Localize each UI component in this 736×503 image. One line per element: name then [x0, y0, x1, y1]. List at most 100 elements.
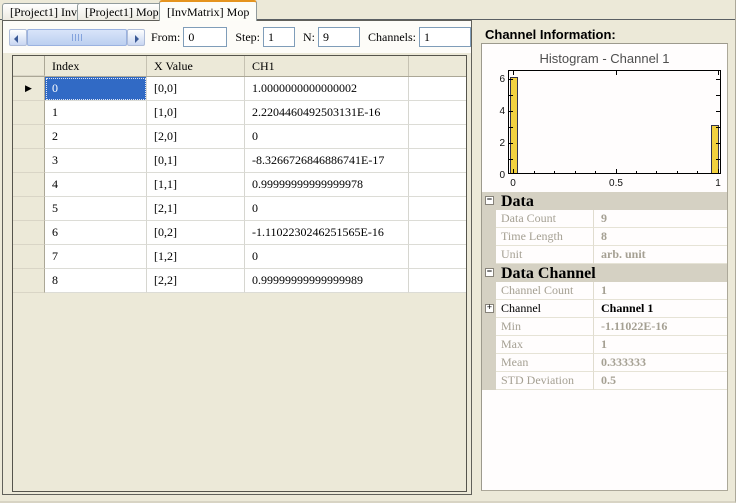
- row-selector-cell[interactable]: [13, 269, 45, 293]
- y-tick: [716, 127, 720, 128]
- cell-index[interactable]: 7: [45, 245, 147, 269]
- table-row[interactable]: 8[2,2]0.99999999999999989: [13, 269, 466, 293]
- cell-index[interactable]: 2: [45, 125, 147, 149]
- row-selector-cell[interactable]: [13, 221, 45, 245]
- property-row[interactable]: Channel Count1: [482, 282, 727, 300]
- cell-x-value[interactable]: [0,0]: [147, 77, 245, 101]
- collapse-icon[interactable]: −: [485, 196, 494, 205]
- row-selector-cell[interactable]: [13, 245, 45, 269]
- row-selector-cell[interactable]: [13, 101, 45, 125]
- y-tick: [716, 79, 720, 80]
- x-minor-tick: [575, 171, 576, 173]
- property-category[interactable]: −Data Channel: [482, 264, 727, 282]
- tab-invmatrix-mop[interactable]: [InvMatrix] Mop: [159, 0, 257, 21]
- row-selector-cell[interactable]: [13, 197, 45, 221]
- x-axis-label: 1: [715, 178, 721, 189]
- row-selector-cell[interactable]: [13, 149, 45, 173]
- record-scrollbar[interactable]: [9, 29, 145, 46]
- row-selector-cell[interactable]: [13, 125, 45, 149]
- property-value: 1: [593, 282, 727, 300]
- cell-ch1[interactable]: 0: [245, 245, 409, 269]
- cell-x-value[interactable]: [0,2]: [147, 221, 245, 245]
- scroll-left-button[interactable]: [9, 29, 27, 46]
- cell-ch1[interactable]: 2.2204460492503131E-16: [245, 101, 409, 125]
- y-tick: [509, 111, 513, 112]
- cell-filler: [409, 125, 466, 149]
- cell-x-value[interactable]: [0,1]: [147, 149, 245, 173]
- cell-filler: [409, 173, 466, 197]
- column-header-ch1[interactable]: CH1: [245, 56, 409, 76]
- cell-ch1[interactable]: 0: [245, 125, 409, 149]
- property-row[interactable]: STD Deviation0.5: [482, 372, 727, 390]
- y-tick: [509, 143, 513, 144]
- step-input[interactable]: [263, 27, 295, 47]
- row-selector-cell[interactable]: [13, 173, 45, 197]
- cell-ch1[interactable]: 0: [245, 197, 409, 221]
- cell-index[interactable]: 4: [45, 173, 147, 197]
- cell-filler: [409, 245, 466, 269]
- expand-icon[interactable]: +: [485, 304, 494, 313]
- cell-x-value[interactable]: [1,0]: [147, 101, 245, 125]
- cell-index[interactable]: 5: [45, 197, 147, 221]
- cell-ch1[interactable]: 1.0000000000000002: [245, 77, 409, 101]
- cell-index[interactable]: 1: [45, 101, 147, 125]
- cell-filler: [409, 149, 466, 173]
- column-header-x-value[interactable]: X Value: [147, 56, 245, 76]
- histogram-bar: [711, 125, 719, 173]
- y-tick: [716, 95, 720, 96]
- property-label: STD Deviation: [496, 372, 593, 390]
- scroll-right-button[interactable]: [127, 29, 145, 46]
- x-minor-tick: [595, 171, 596, 173]
- cell-index[interactable]: 6: [45, 221, 147, 245]
- column-header-index[interactable]: Index: [45, 56, 147, 76]
- table-row[interactable]: 7[1,2]0: [13, 245, 466, 269]
- table-row[interactable]: 4[1,1]0.99999999999999978: [13, 173, 466, 197]
- cell-x-value[interactable]: [2,2]: [147, 269, 245, 293]
- x-axis-label: 0: [510, 178, 516, 189]
- cell-ch1[interactable]: -8.3266726846886741E-17: [245, 149, 409, 173]
- tab-project1-inv[interactable]: [Project1] Inv: [2, 3, 85, 20]
- cell-index[interactable]: 8: [45, 269, 147, 293]
- channel-info-heading: Channel Information:: [485, 27, 616, 42]
- property-row[interactable]: Mean0.333333: [482, 354, 727, 372]
- y-tick: [716, 143, 720, 144]
- cell-ch1[interactable]: 0.99999999999999989: [245, 269, 409, 293]
- table-row[interactable]: 5[2,1]0: [13, 197, 466, 221]
- cell-x-value[interactable]: [1,2]: [147, 245, 245, 269]
- from-input[interactable]: [183, 27, 227, 47]
- property-label: Time Length: [496, 228, 593, 246]
- property-value: 9: [593, 210, 727, 228]
- property-row[interactable]: Max1: [482, 336, 727, 354]
- tab-project1-mop[interactable]: [Project1] Mop: [77, 3, 167, 20]
- property-row[interactable]: Unitarb. unit: [482, 246, 727, 264]
- table-row[interactable]: ▶0[0,0]1.0000000000000002: [13, 77, 466, 101]
- scrollbar-track[interactable]: [27, 29, 127, 46]
- cell-index[interactable]: 0: [45, 77, 147, 101]
- histogram-title: Histogram - Channel 1: [482, 51, 727, 66]
- property-row[interactable]: Min-1.11022E-16: [482, 318, 727, 336]
- cell-ch1[interactable]: -1.1102230246251565E-16: [245, 221, 409, 245]
- property-value: 1: [593, 336, 727, 354]
- cell-ch1[interactable]: 0.99999999999999978: [245, 173, 409, 197]
- current-row-indicator[interactable]: ▶: [13, 77, 45, 101]
- table-row[interactable]: 6[0,2]-1.1102230246251565E-16: [13, 221, 466, 245]
- table-row[interactable]: 1[1,0]2.2204460492503131E-16: [13, 101, 466, 125]
- cell-x-value[interactable]: [1,1]: [147, 173, 245, 197]
- cell-filler: [409, 77, 466, 101]
- property-row[interactable]: Time Length8: [482, 228, 727, 246]
- n-input[interactable]: [318, 27, 360, 47]
- property-row[interactable]: +ChannelChannel 1: [482, 300, 727, 318]
- collapse-icon[interactable]: −: [485, 268, 494, 277]
- property-category[interactable]: −Data: [482, 192, 727, 210]
- y-axis-label: 6: [491, 74, 505, 85]
- property-gutter: [482, 228, 496, 246]
- table-row[interactable]: 2[2,0]0: [13, 125, 466, 149]
- property-row[interactable]: Data Count9: [482, 210, 727, 228]
- cell-x-value[interactable]: [2,0]: [147, 125, 245, 149]
- table-row[interactable]: 3[0,1]-8.3266726846886741E-17: [13, 149, 466, 173]
- cell-x-value[interactable]: [2,1]: [147, 197, 245, 221]
- cell-index[interactable]: 3: [45, 149, 147, 173]
- channels-input[interactable]: [419, 27, 471, 47]
- scrollbar-thumb[interactable]: [27, 29, 127, 46]
- x-minor-tick: [636, 171, 637, 173]
